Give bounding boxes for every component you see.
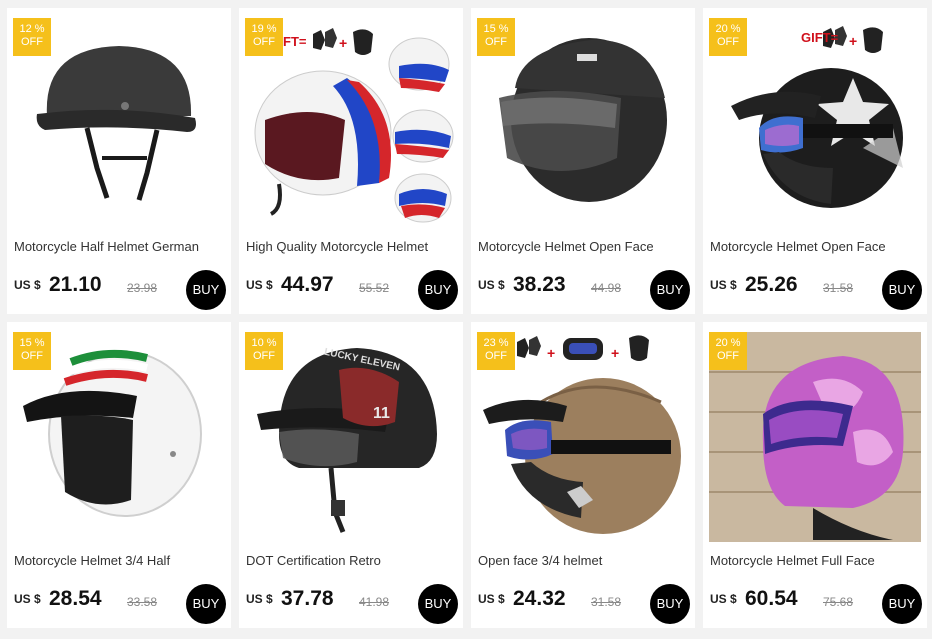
product-card[interactable]: 15 % OFF Motorcycle Helmet 3/4 Half US $… [7,322,231,628]
currency-label: US $ [246,592,273,606]
discount-off-label: OFF [485,36,507,48]
mask-icon [863,27,883,53]
discount-badge: 10 % OFF [245,332,283,370]
currency-label: US $ [14,592,41,606]
gloves-icon [517,338,529,358]
product-title[interactable]: Motorcycle Helmet Full Face [710,553,922,568]
discount-percent: 23 % [483,337,509,349]
svg-text:+: + [849,33,857,49]
product-title[interactable]: Open face 3/4 helmet [478,553,690,568]
original-price: 75.68 [823,595,854,609]
discount-percent: 10 % [251,337,277,349]
discount-badge: 15 % OFF [13,332,51,370]
original-price: 31.58 [591,595,622,609]
buy-button[interactable]: BUY [882,270,922,310]
sale-price: 28.54 [49,587,102,610]
product-title[interactable]: High Quality Motorcycle Helmet [246,239,458,254]
product-card[interactable]: 20 % OFF Motorcycle Helmet Full Face US … [703,322,927,628]
discount-off-label: OFF [253,36,275,48]
product-card[interactable]: 15 % OFF Motorcycle Helmet Open Face US … [471,8,695,314]
product-card[interactable]: + + 23 % OFF Open face 3/4 helmet US $ 2… [471,322,695,628]
discount-off-label: OFF [485,350,507,362]
sale-price: 37.78 [281,587,334,610]
discount-badge: 20 % OFF [709,332,747,370]
sale-price: 25.26 [745,273,798,296]
mask-icon [353,29,373,55]
product-title[interactable]: Motorcycle Helmet Open Face [478,239,690,254]
original-price: 31.58 [823,281,854,295]
product-card[interactable]: + GIFT= 20 % OFF Motorcycle Helmet Open … [703,8,927,314]
mask-icon [629,335,649,361]
svg-text:11: 11 [373,405,390,422]
original-price: 41.98 [359,595,390,609]
discount-off-label: OFF [253,350,275,362]
product-card[interactable]: 11 LUCKY ELEVEN 10 % OFF DOT Certificati… [239,322,463,628]
price-row: US $ 44.97 55.52 BUY [246,270,458,310]
buy-button[interactable]: BUY [650,270,690,310]
discount-percent: 19 % [251,23,277,35]
sale-price: 38.23 [513,273,566,296]
buy-button[interactable]: BUY [186,584,226,624]
gift-label: FT= [283,34,307,49]
discount-badge: 15 % OFF [477,18,515,56]
discount-percent: 20 % [715,337,741,349]
product-card[interactable]: + FT= 19 % OFF High Quality Motorcycle H… [239,8,463,314]
svg-text:+: + [339,35,347,51]
currency-label: US $ [246,278,273,292]
sale-price: 21.10 [49,273,102,296]
currency-label: US $ [710,592,737,606]
discount-percent: 15 % [19,337,45,349]
original-price: 23.98 [127,281,158,295]
price-row: US $ 21.10 23.98 BUY [14,270,226,310]
price-row: US $ 37.78 41.98 BUY [246,584,458,624]
discount-off-label: OFF [717,36,739,48]
discount-off-label: OFF [21,350,43,362]
price-row: US $ 60.54 75.68 BUY [710,584,922,624]
product-title[interactable]: Motorcycle Helmet 3/4 Half [14,553,226,568]
original-price: 55.52 [359,281,390,295]
buy-button[interactable]: BUY [418,584,458,624]
gift-label: GIFT= [801,30,839,45]
price-row: US $ 38.23 44.98 BUY [478,270,690,310]
original-price: 44.98 [591,281,622,295]
product-title[interactable]: DOT Certification Retro [246,553,458,568]
product-title[interactable]: Motorcycle Helmet Open Face [710,239,922,254]
discount-percent: 12 % [19,23,45,35]
product-title[interactable]: Motorcycle Half Helmet German [14,239,226,254]
price-row: US $ 25.26 31.58 BUY [710,270,922,310]
product-card[interactable]: 12 % OFF Motorcycle Half Helmet German U… [7,8,231,314]
currency-label: US $ [14,278,41,292]
buy-button[interactable]: BUY [882,584,922,624]
svg-text:+: + [547,345,555,361]
buy-button[interactable]: BUY [418,270,458,310]
product-grid: 12 % OFF Motorcycle Half Helmet German U… [7,8,927,628]
sale-price: 44.97 [281,273,334,296]
price-row: US $ 28.54 33.58 BUY [14,584,226,624]
sale-price: 60.54 [745,587,798,610]
sale-price: 24.32 [513,587,566,610]
discount-percent: 20 % [715,23,741,35]
svg-text:+: + [611,345,619,361]
buy-button[interactable]: BUY [186,270,226,310]
discount-badge: 23 % OFF [477,332,515,370]
buy-button[interactable]: BUY [650,584,690,624]
currency-label: US $ [710,278,737,292]
gloves-icon [313,30,325,50]
discount-badge: 20 % OFF [709,18,747,56]
price-row: US $ 24.32 31.58 BUY [478,584,690,624]
discount-badge: 12 % OFF [13,18,51,56]
discount-off-label: OFF [717,350,739,362]
original-price: 33.58 [127,595,158,609]
discount-badge: 19 % OFF [245,18,283,56]
discount-percent: 15 % [483,23,509,35]
currency-label: US $ [478,278,505,292]
discount-off-label: OFF [21,36,43,48]
currency-label: US $ [478,592,505,606]
